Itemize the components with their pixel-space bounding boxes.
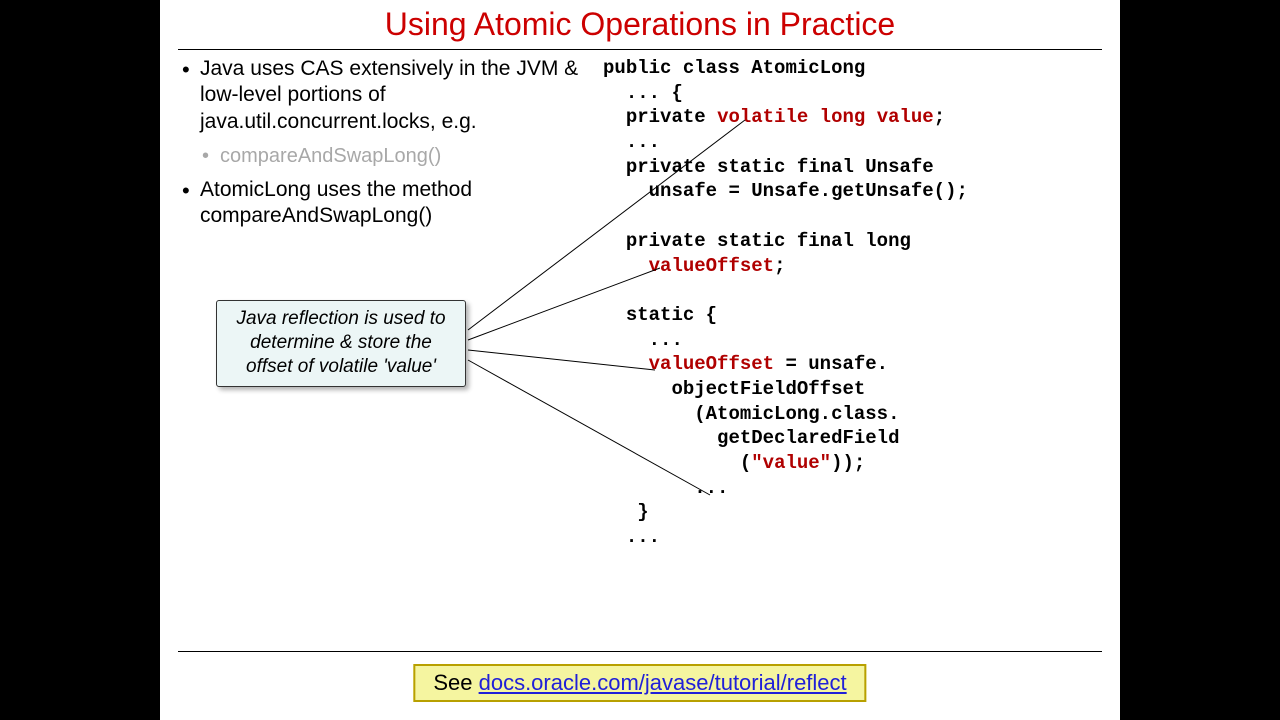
slide-title: Using Atomic Operations in Practice [160,0,1120,43]
code-block: public class AtomicLong ... { private vo… [603,56,1102,630]
sub-bullet-list: compareAndSwapLong() [200,143,593,169]
divider-top [178,49,1102,50]
callout-box: Java reflection is used to determine & s… [216,300,466,387]
footer-link[interactable]: docs.oracle.com/javase/tutorial/reflect [479,670,847,695]
footer-reference: See docs.oracle.com/javase/tutorial/refl… [413,664,866,702]
bullet-text: Java uses CAS extensively in the JVM & l… [200,57,578,133]
divider-bottom [178,651,1102,652]
sub-bullet-item: compareAndSwapLong() [200,143,593,169]
footer-prefix: See [433,670,478,695]
bullet-list: Java uses CAS extensively in the JVM & l… [178,56,593,229]
slide: Using Atomic Operations in Practice Java… [160,0,1120,720]
bullet-item: Java uses CAS extensively in the JVM & l… [178,56,593,169]
bullet-item: AtomicLong uses the method compareAndSwa… [178,177,593,230]
